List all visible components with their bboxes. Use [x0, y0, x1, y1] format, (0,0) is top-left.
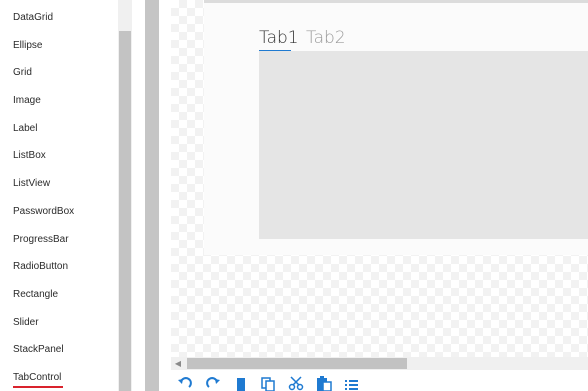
undo-icon [178, 377, 192, 388]
panel-splitter[interactable] [145, 0, 159, 391]
delete-icon [237, 378, 245, 391]
undo-button[interactable] [177, 376, 193, 391]
toolbox-scroll-thumb[interactable] [119, 31, 131, 391]
toolbox-item-listview[interactable]: ListView [13, 177, 50, 191]
paste-button[interactable] [316, 376, 332, 391]
list-button[interactable] [344, 376, 360, 391]
toolbox-panel: DataGrid Ellipse Grid Image Label ListBo… [0, 0, 118, 391]
toolbox-item-rectangle[interactable]: Rectangle [13, 288, 58, 302]
toolbox-item-grid[interactable]: Grid [13, 66, 32, 80]
edit-toolbar [171, 370, 588, 391]
copy-button[interactable] [260, 376, 276, 391]
panel-gap [159, 0, 171, 391]
copy-icon [261, 377, 275, 391]
design-canvas[interactable]: Tab1 Tab2 [171, 0, 588, 357]
toolbox-item-passwordbox[interactable]: PasswordBox [13, 205, 74, 219]
toolbox-item-image[interactable]: Image [13, 94, 41, 108]
toolbox-scrollbar[interactable] [118, 0, 132, 391]
redo-button[interactable] [205, 376, 221, 391]
tab-tab1[interactable]: Tab1 [259, 27, 299, 49]
toolbox-item-radiobutton[interactable]: RadioButton [13, 260, 68, 274]
toolbox-item-slider[interactable]: Slider [13, 316, 39, 330]
toolbox-item-label[interactable]: Label [13, 122, 37, 136]
list-icon [345, 380, 358, 390]
tab-tab2[interactable]: Tab2 [306, 27, 346, 49]
delete-button[interactable] [233, 376, 249, 391]
toolbox-item-ellipse[interactable]: Ellipse [13, 39, 42, 53]
panel-gap [132, 0, 145, 391]
cut-icon [288, 376, 304, 391]
toolbox-item-tabcontrol[interactable]: TabControl [13, 371, 64, 388]
cut-button[interactable] [288, 376, 304, 391]
redo-icon [206, 377, 220, 388]
toolbox-item-datagrid[interactable]: DataGrid [13, 11, 53, 25]
canvas-scroll-thumb[interactable] [187, 358, 407, 369]
toolbox-item-stackpanel[interactable]: StackPanel [13, 343, 64, 357]
canvas-horizontal-scrollbar[interactable]: ◀ [171, 357, 588, 370]
tab-content-area[interactable] [259, 51, 588, 239]
toolbox-item-listbox[interactable]: ListBox [13, 149, 46, 163]
toolbox-item-progressbar[interactable]: ProgressBar [13, 233, 69, 247]
scroll-left-arrow-icon[interactable]: ◀ [173, 357, 183, 370]
paste-icon [317, 376, 332, 391]
design-surface[interactable]: Tab1 Tab2 [204, 0, 588, 255]
